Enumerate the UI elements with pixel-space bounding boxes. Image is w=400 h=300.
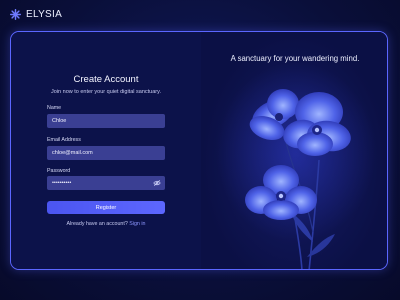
form-title: Create Account [73, 74, 139, 85]
password-value: •••••••••• [52, 180, 72, 186]
name-field[interactable]: Chloe [47, 114, 165, 128]
hero-image-panel: A sanctuary for your wandering mind. [201, 32, 387, 269]
email-label: Email Address [47, 137, 81, 143]
register-button[interactable]: Register [47, 201, 165, 214]
email-field[interactable]: chloe@mail.com [47, 146, 165, 160]
brand-name: ELYSIA [26, 9, 63, 20]
name-value: Chloe [52, 118, 67, 124]
password-label: Password [47, 168, 71, 174]
signin-prompt: Already have an account? [66, 221, 128, 227]
page: ELYSIA Create Account Join now to enter … [0, 0, 400, 300]
form-panel: Create Account Join now to enter your qu… [11, 32, 201, 269]
signup-card: Create Account Join now to enter your qu… [10, 31, 388, 270]
email-value: chloe@mail.com [52, 150, 93, 156]
star-burst-icon [10, 9, 21, 20]
blue-poppy-flowers [216, 62, 376, 269]
eye-slash-icon[interactable] [153, 179, 161, 187]
brand[interactable]: ELYSIA [10, 9, 62, 20]
signin-row: Already have an account? Sign in [11, 221, 201, 227]
signin-link[interactable]: Sign in [129, 221, 145, 227]
form-subtitle: Join now to enter your quiet digital san… [51, 89, 161, 95]
name-label: Name [47, 105, 62, 111]
password-field[interactable]: •••••••••• [47, 176, 165, 190]
